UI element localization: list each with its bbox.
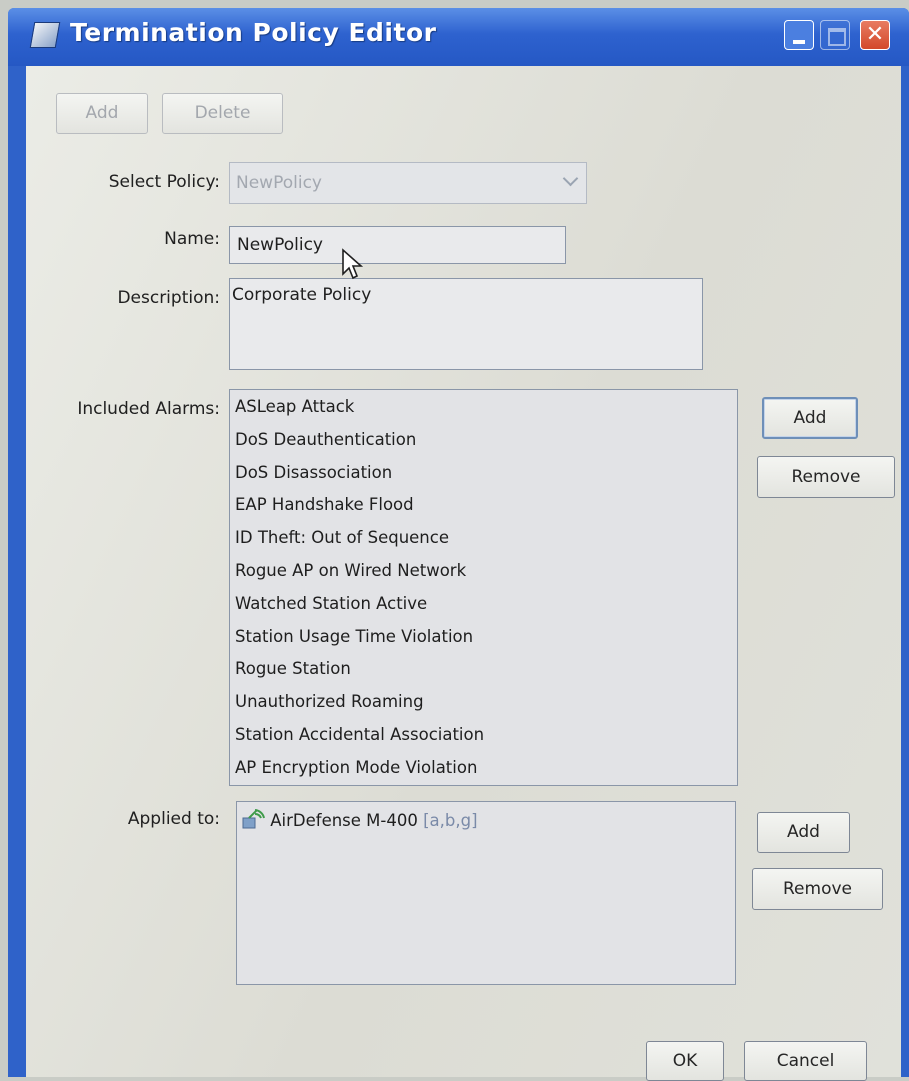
applied-to-label: Applied to:	[127, 809, 220, 829]
included-alarms-label: Included Alarms:	[77, 399, 220, 419]
list-item[interactable]: Station Accidental Association	[230, 719, 737, 752]
list-item[interactable]: Watched Station Active	[230, 588, 737, 621]
select-policy-dropdown[interactable]: NewPolicy	[229, 162, 587, 204]
list-item[interactable]: Rogue Station	[230, 653, 737, 686]
list-item[interactable]: DoS Deauthentication	[230, 424, 737, 457]
name-label: Name:	[164, 229, 220, 249]
description-textarea[interactable]: Corporate Policy	[229, 278, 703, 370]
list-item[interactable]: Station Usage Time Violation	[230, 621, 737, 654]
cancel-button[interactable]: Cancel	[744, 1041, 867, 1081]
add-policy-button[interactable]: Add	[56, 93, 148, 134]
select-policy-label: Select Policy:	[108, 172, 220, 192]
included-alarms-list[interactable]: ASLeap Attack DoS Deauthentication DoS Dis…	[229, 389, 738, 786]
name-input[interactable]: NewPolicy	[229, 226, 566, 264]
add-alarm-button[interactable]: Add	[762, 397, 858, 439]
mouse-pointer-icon	[342, 248, 364, 280]
remove-device-button[interactable]: Remove	[752, 868, 883, 910]
list-item[interactable]: Rogue AP on Wired Network	[230, 555, 737, 588]
list-item[interactable]: ASLeap Attack	[230, 391, 737, 424]
termination-policy-editor-window: Termination Policy Editor ✕ Add Delete S…	[8, 8, 909, 1081]
ok-button[interactable]: OK	[646, 1041, 724, 1081]
sensor-icon	[242, 809, 265, 829]
delete-policy-button[interactable]: Delete	[162, 93, 283, 134]
close-button[interactable]: ✕	[860, 20, 890, 50]
list-item[interactable]: ID Theft: Out of Sequence	[230, 522, 737, 555]
chevron-down-icon	[562, 170, 579, 187]
title-bar[interactable]: Termination Policy Editor ✕	[8, 8, 909, 66]
dialog-body: Add Delete Select Policy: NewPolicy Name…	[26, 66, 901, 1081]
list-item[interactable]: AirDefense M-400 [a,b,g]	[241, 808, 735, 830]
remove-alarm-button[interactable]: Remove	[757, 456, 895, 498]
device-tag: [a,b,g]	[423, 811, 478, 830]
list-item[interactable]: AP Encryption Mode Violation	[230, 752, 737, 785]
window-title: Termination Policy Editor	[70, 18, 437, 47]
list-item[interactable]: DoS Disassociation	[230, 457, 737, 490]
list-item[interactable]: Unauthorized Roaming	[230, 686, 737, 719]
device-name: AirDefense M-400	[270, 811, 418, 830]
list-item[interactable]: EAP Handshake Flood	[230, 489, 737, 522]
description-label: Description:	[117, 288, 220, 308]
select-policy-value: NewPolicy	[236, 173, 322, 193]
minimize-button[interactable]	[784, 20, 814, 50]
maximize-button[interactable]	[820, 20, 850, 50]
add-device-button[interactable]: Add	[757, 812, 850, 853]
applied-to-list[interactable]: AirDefense M-400 [a,b,g]	[236, 801, 736, 985]
app-icon	[29, 22, 61, 48]
